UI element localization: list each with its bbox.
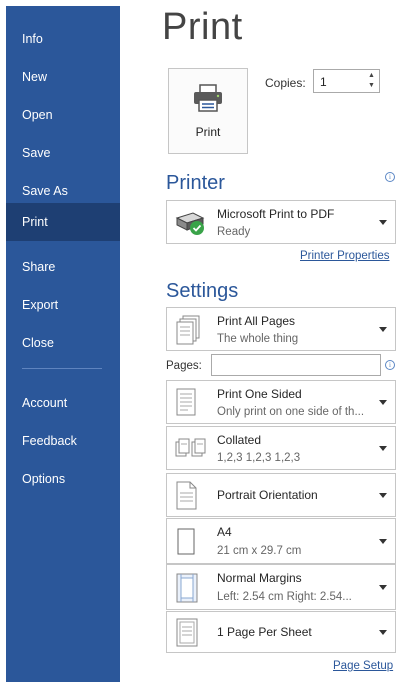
sidebar-item-share[interactable]: Share bbox=[6, 248, 120, 286]
printer-section-title: Printer bbox=[166, 172, 225, 194]
backstage-sidebar: Info New Open Save Save As Print Share E… bbox=[6, 6, 120, 682]
chevron-down-icon bbox=[379, 400, 387, 405]
pages-label: Pages: bbox=[166, 360, 202, 372]
printer-status: Ready bbox=[217, 226, 251, 238]
printer-info-icon[interactable]: i bbox=[385, 172, 395, 182]
sidebar-item-open[interactable]: Open bbox=[6, 96, 120, 134]
paper-size-sub: 21 cm x 29.7 cm bbox=[217, 545, 302, 557]
sidebar-item-feedback[interactable]: Feedback bbox=[6, 422, 120, 460]
sidebar-item-export[interactable]: Export bbox=[6, 286, 120, 324]
print-panel: Print Print Copies: 1 ▲ ▼ Printer i Micr… bbox=[120, 0, 420, 682]
margins-sub: Left: 2.54 cm Right: 2.54... bbox=[217, 591, 352, 603]
collation-sub: 1,2,3 1,2,3 1,2,3 bbox=[217, 452, 301, 464]
sidebar-item-save[interactable]: Save bbox=[6, 134, 120, 172]
one-sided-icon bbox=[176, 388, 196, 416]
printer-dropdown[interactable]: Microsoft Print to PDF Ready bbox=[166, 200, 396, 244]
spin-up-icon[interactable]: ▲ bbox=[368, 72, 375, 80]
orientation-dropdown[interactable]: Portrait Orientation bbox=[166, 473, 396, 517]
page-title: Print bbox=[162, 6, 243, 48]
sides-sub: Only print on one side of th... bbox=[217, 406, 365, 418]
page-setup-link[interactable]: Page Setup bbox=[333, 660, 393, 672]
chevron-down-icon bbox=[379, 630, 387, 635]
pages-stack-icon bbox=[176, 315, 200, 345]
margins-main: Normal Margins bbox=[217, 571, 302, 585]
sidebar-item-info[interactable]: Info bbox=[6, 20, 120, 58]
printer-icon bbox=[194, 84, 222, 112]
paper-size-icon bbox=[177, 528, 195, 555]
sides-dropdown[interactable]: Print One Sided Only print on one side o… bbox=[166, 380, 396, 424]
chevron-down-icon bbox=[379, 585, 387, 590]
pages-per-sheet-main: 1 Page Per Sheet bbox=[217, 625, 312, 639]
chevron-down-icon bbox=[379, 493, 387, 498]
collation-main: Collated bbox=[217, 433, 262, 447]
pages-info-icon[interactable]: i bbox=[385, 360, 395, 370]
printer-name: Microsoft Print to PDF bbox=[217, 207, 335, 221]
sidebar-divider bbox=[22, 368, 102, 369]
pages-per-sheet-dropdown[interactable]: 1 Page Per Sheet bbox=[166, 611, 396, 653]
sidebar-item-options[interactable]: Options bbox=[6, 460, 120, 498]
sidebar-item-close[interactable]: Close bbox=[6, 324, 120, 362]
paper-size-dropdown[interactable]: A4 21 cm x 29.7 cm bbox=[166, 518, 396, 564]
printer-status-icon bbox=[175, 212, 205, 235]
copies-spin[interactable]: ▲ ▼ bbox=[365, 70, 379, 92]
print-button[interactable]: Print bbox=[168, 68, 248, 154]
portrait-icon bbox=[176, 481, 197, 510]
print-range-dropdown[interactable]: Print All Pages The whole thing bbox=[166, 307, 396, 351]
paper-size-main: A4 bbox=[217, 525, 232, 539]
orientation-main: Portrait Orientation bbox=[217, 488, 318, 502]
pages-input[interactable] bbox=[211, 354, 381, 376]
print-button-label: Print bbox=[195, 125, 221, 139]
collated-icon bbox=[175, 438, 206, 457]
collation-dropdown[interactable]: Collated 1,2,3 1,2,3 1,2,3 bbox=[166, 426, 396, 470]
margins-icon bbox=[176, 573, 198, 603]
chevron-down-icon bbox=[379, 220, 387, 225]
settings-section-title: Settings bbox=[166, 280, 239, 302]
chevron-down-icon bbox=[379, 539, 387, 544]
print-range-main: Print All Pages bbox=[217, 314, 296, 328]
copies-label: Copies: bbox=[265, 76, 306, 90]
copies-stepper[interactable]: 1 ▲ ▼ bbox=[313, 69, 380, 93]
printer-properties-link[interactable]: Printer Properties bbox=[300, 250, 389, 262]
sidebar-item-account[interactable]: Account bbox=[6, 384, 120, 422]
spin-down-icon[interactable]: ▼ bbox=[368, 82, 375, 90]
sidebar-item-new[interactable]: New bbox=[6, 58, 120, 96]
print-range-sub: The whole thing bbox=[217, 333, 299, 345]
sides-main: Print One Sided bbox=[217, 387, 302, 401]
margins-dropdown[interactable]: Normal Margins Left: 2.54 cm Right: 2.54… bbox=[166, 564, 396, 610]
chevron-down-icon bbox=[379, 327, 387, 332]
sidebar-item-print[interactable]: Print bbox=[6, 203, 120, 241]
copies-value[interactable]: 1 bbox=[320, 75, 327, 89]
chevron-down-icon bbox=[379, 446, 387, 451]
pages-per-sheet-icon bbox=[176, 618, 198, 647]
